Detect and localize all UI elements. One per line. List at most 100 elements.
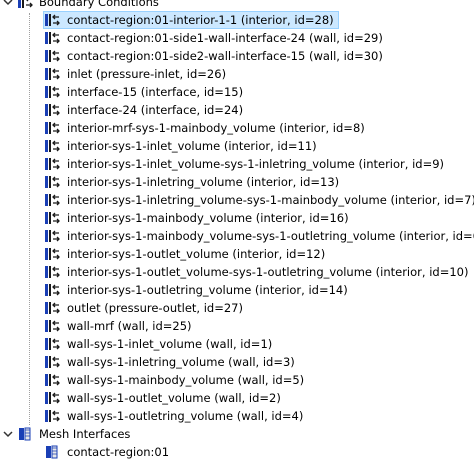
tree-item-content[interactable]: interface-15 (interface, id=15): [43, 83, 248, 101]
tree-item-content[interactable]: wall-sys-1-inlet_volume (wall, id=1): [43, 335, 277, 353]
boundary-condition-icon: [45, 158, 60, 170]
tree-item-boundary-condition[interactable]: outlet (pressure-outlet, id=27): [0, 299, 474, 317]
tree-item-content[interactable]: inlet (pressure-inlet, id=26): [43, 65, 231, 83]
tree-item-boundary-condition[interactable]: interior-sys-1-inletring_volume (interio…: [0, 173, 474, 191]
boundary-condition-label: contact-region:01-side2-wall-interface-1…: [67, 49, 383, 63]
tree-item-content[interactable]: contact-region:01-side2-wall-interface-1…: [43, 47, 388, 65]
tree-item-content[interactable]: contact-region:01-side1-wall-interface-2…: [43, 29, 388, 47]
outline-tree: Boundary Conditions contact-region:01-in…: [0, 0, 474, 461]
boundary-condition-label: wall-sys-1-outletring_volume (wall, id=4…: [67, 409, 304, 423]
boundary-condition-label: contact-region:01-side1-wall-interface-2…: [67, 31, 383, 45]
boundary-conditions-group-icon: [18, 0, 33, 8]
tree-item-content[interactable]: interior-sys-1-outlet_volume (interior, …: [43, 245, 330, 263]
tree-item-boundary-condition[interactable]: wall-sys-1-inlet_volume (wall, id=1): [0, 335, 474, 353]
boundary-condition-icon: [45, 338, 60, 350]
boundary-condition-label: wall-sys-1-outlet_volume (wall, id=2): [67, 391, 281, 405]
boundary-condition-label: wall-mrf (wall, id=25): [67, 319, 192, 333]
tree-item-content[interactable]: interior-sys-1-outlet_volume-sys-1-outle…: [43, 263, 473, 281]
tree-item-boundary-condition[interactable]: wall-sys-1-inletring_volume (wall, id=3): [0, 353, 474, 371]
boundary-condition-label: wall-sys-1-mainbody_volume (wall, id=5): [67, 373, 305, 387]
tree-item-content[interactable]: interior-sys-1-inletring_volume (interio…: [43, 173, 344, 191]
tree-item-content[interactable]: interior-sys-1-inlet_volume (interior, i…: [43, 137, 322, 155]
boundary-condition-label: wall-sys-1-inletring_volume (wall, id=3): [67, 355, 295, 369]
boundary-condition-label: wall-sys-1-inlet_volume (wall, id=1): [67, 337, 273, 351]
tree-item-boundary-condition[interactable]: interior-sys-1-outlet_volume-sys-1-outle…: [0, 263, 474, 281]
tree-item-boundary-condition[interactable]: interior-sys-1-outletring_volume (interi…: [0, 281, 474, 299]
tree-item-boundary-condition[interactable]: interior-sys-1-inletring_volume-sys-1-ma…: [0, 191, 474, 209]
tree-item-content[interactable]: interior-sys-1-outletring_volume (interi…: [43, 281, 353, 299]
tree-item-content[interactable]: interior-sys-1-inletring_volume-sys-1-ma…: [43, 191, 474, 209]
tree-node-boundary-conditions[interactable]: Boundary Conditions: [0, 0, 474, 11]
tree-item-content[interactable]: wall-sys-1-inletring_volume (wall, id=3): [43, 353, 300, 371]
boundary-condition-label: contact-region:01-interior-1-1 (interior…: [67, 13, 334, 27]
boundary-condition-label: interior-sys-1-inletring_volume (interio…: [67, 175, 340, 189]
tree-item-content[interactable]: contact-region:01-interior-1-1 (interior…: [43, 11, 339, 29]
boundary-condition-icon: [45, 284, 60, 296]
boundary-condition-label: interior-sys-1-outletring_volume (interi…: [67, 283, 348, 297]
boundary-condition-icon: [45, 230, 60, 242]
tree-item-content[interactable]: interface-24 (interface, id=24): [43, 101, 248, 119]
tree-item-boundary-condition[interactable]: wall-mrf (wall, id=25): [0, 317, 474, 335]
tree-item-boundary-condition[interactable]: wall-sys-1-outlet_volume (wall, id=2): [0, 389, 474, 407]
boundary-condition-icon: [45, 212, 60, 224]
tree-item-boundary-condition[interactable]: interface-24 (interface, id=24): [0, 101, 474, 119]
boundary-condition-icon: [45, 176, 60, 188]
boundary-condition-label: interior-sys-1-mainbody_volume-sys-1-out…: [67, 229, 474, 243]
mesh-interface-icon: [46, 445, 58, 459]
boundary-condition-label: inlet (pressure-inlet, id=26): [67, 67, 227, 81]
tree-item-content[interactable]: outlet (pressure-outlet, id=27): [43, 299, 248, 317]
tree-item-boundary-condition[interactable]: contact-region:01-side1-wall-interface-2…: [0, 29, 474, 47]
boundary-condition-label: interface-24 (interface, id=24): [67, 103, 244, 117]
tree-item-boundary-condition[interactable]: interior-sys-1-mainbody_volume (interior…: [0, 209, 474, 227]
boundary-condition-icon: [45, 248, 60, 260]
boundary-condition-icon: [45, 302, 60, 314]
tree-item-boundary-condition[interactable]: interior-sys-1-mainbody_volume-sys-1-out…: [0, 227, 474, 245]
boundary-condition-icon: [45, 14, 60, 26]
boundary-condition-label: outlet (pressure-outlet, id=27): [67, 301, 243, 315]
boundary-condition-icon: [45, 50, 60, 62]
tree-item-boundary-condition[interactable]: interior-sys-1-inlet_volume-sys-1-inletr…: [0, 155, 474, 173]
tree-item-content[interactable]: wall-sys-1-outlet_volume (wall, id=2): [43, 389, 286, 407]
tree-item-content[interactable]: contact-region:01: [43, 443, 174, 461]
tree-item-boundary-condition[interactable]: wall-sys-1-outletring_volume (wall, id=4…: [0, 407, 474, 425]
boundary-condition-icon: [45, 140, 60, 152]
mesh-interfaces-list: contact-region:01: [0, 443, 474, 461]
tree-item-content[interactable]: interior-sys-1-mainbody_volume (interior…: [43, 209, 354, 227]
tree-item-content[interactable]: interior-sys-1-inlet_volume-sys-1-inletr…: [43, 155, 449, 173]
boundary-condition-icon: [45, 410, 60, 422]
boundary-condition-label: interior-sys-1-outlet_volume-sys-1-outle…: [67, 265, 469, 279]
mesh-interfaces-group-icon: [19, 427, 31, 441]
tree-item-boundary-condition[interactable]: interface-15 (interface, id=15): [0, 83, 474, 101]
boundary-condition-label: interior-sys-1-mainbody_volume (interior…: [67, 211, 349, 225]
tree-item-content[interactable]: wall-sys-1-outletring_volume (wall, id=4…: [43, 407, 308, 425]
boundary-condition-icon: [45, 194, 60, 206]
tree-item-boundary-condition[interactable]: interior-sys-1-inlet_volume (interior, i…: [0, 137, 474, 155]
chevron-down-icon[interactable]: [2, 0, 14, 8]
tree-item-content[interactable]: wall-mrf (wall, id=25): [43, 317, 197, 335]
boundary-condition-label: interior-sys-1-outlet_volume (interior, …: [67, 247, 326, 261]
tree-item-boundary-condition[interactable]: contact-region:01-side2-wall-interface-1…: [0, 47, 474, 65]
chevron-down-icon[interactable]: [2, 428, 14, 440]
tree-item-boundary-condition[interactable]: inlet (pressure-inlet, id=26): [0, 65, 474, 83]
tree-item-content[interactable]: interior-mrf-sys-1-mainbody_volume (inte…: [43, 119, 370, 137]
boundary-condition-label: interior-sys-1-inlet_volume-sys-1-inletr…: [67, 157, 445, 171]
tree-item-mesh-interface[interactable]: contact-region:01: [0, 443, 474, 461]
boundary-condition-label: interior-sys-1-inlet_volume (interior, i…: [67, 139, 317, 153]
boundary-condition-icon: [45, 86, 60, 98]
boundary-condition-icon: [45, 374, 60, 386]
tree-item-content[interactable]: wall-sys-1-mainbody_volume (wall, id=5): [43, 371, 309, 389]
mesh-interface-label: contact-region:01: [67, 445, 170, 459]
tree-node-mesh-interfaces[interactable]: Mesh Interfaces: [0, 425, 474, 443]
boundary-conditions-list: contact-region:01-interior-1-1 (interior…: [0, 11, 474, 425]
tree-item-boundary-condition[interactable]: interior-mrf-sys-1-mainbody_volume (inte…: [0, 119, 474, 137]
boundary-condition-icon: [45, 122, 60, 134]
tree-item-boundary-condition[interactable]: interior-sys-1-outlet_volume (interior, …: [0, 245, 474, 263]
tree-item-boundary-condition[interactable]: contact-region:01-interior-1-1 (interior…: [0, 11, 474, 29]
tree-item-boundary-condition[interactable]: wall-sys-1-mainbody_volume (wall, id=5): [0, 371, 474, 389]
boundary-condition-icon: [45, 104, 60, 116]
boundary-condition-label: interior-mrf-sys-1-mainbody_volume (inte…: [67, 121, 365, 135]
tree-item-content[interactable]: interior-sys-1-mainbody_volume-sys-1-out…: [43, 227, 474, 245]
boundary-condition-icon: [45, 320, 60, 332]
boundary-condition-label: interface-15 (interface, id=15): [67, 85, 244, 99]
group-label: Mesh Interfaces: [39, 427, 131, 441]
